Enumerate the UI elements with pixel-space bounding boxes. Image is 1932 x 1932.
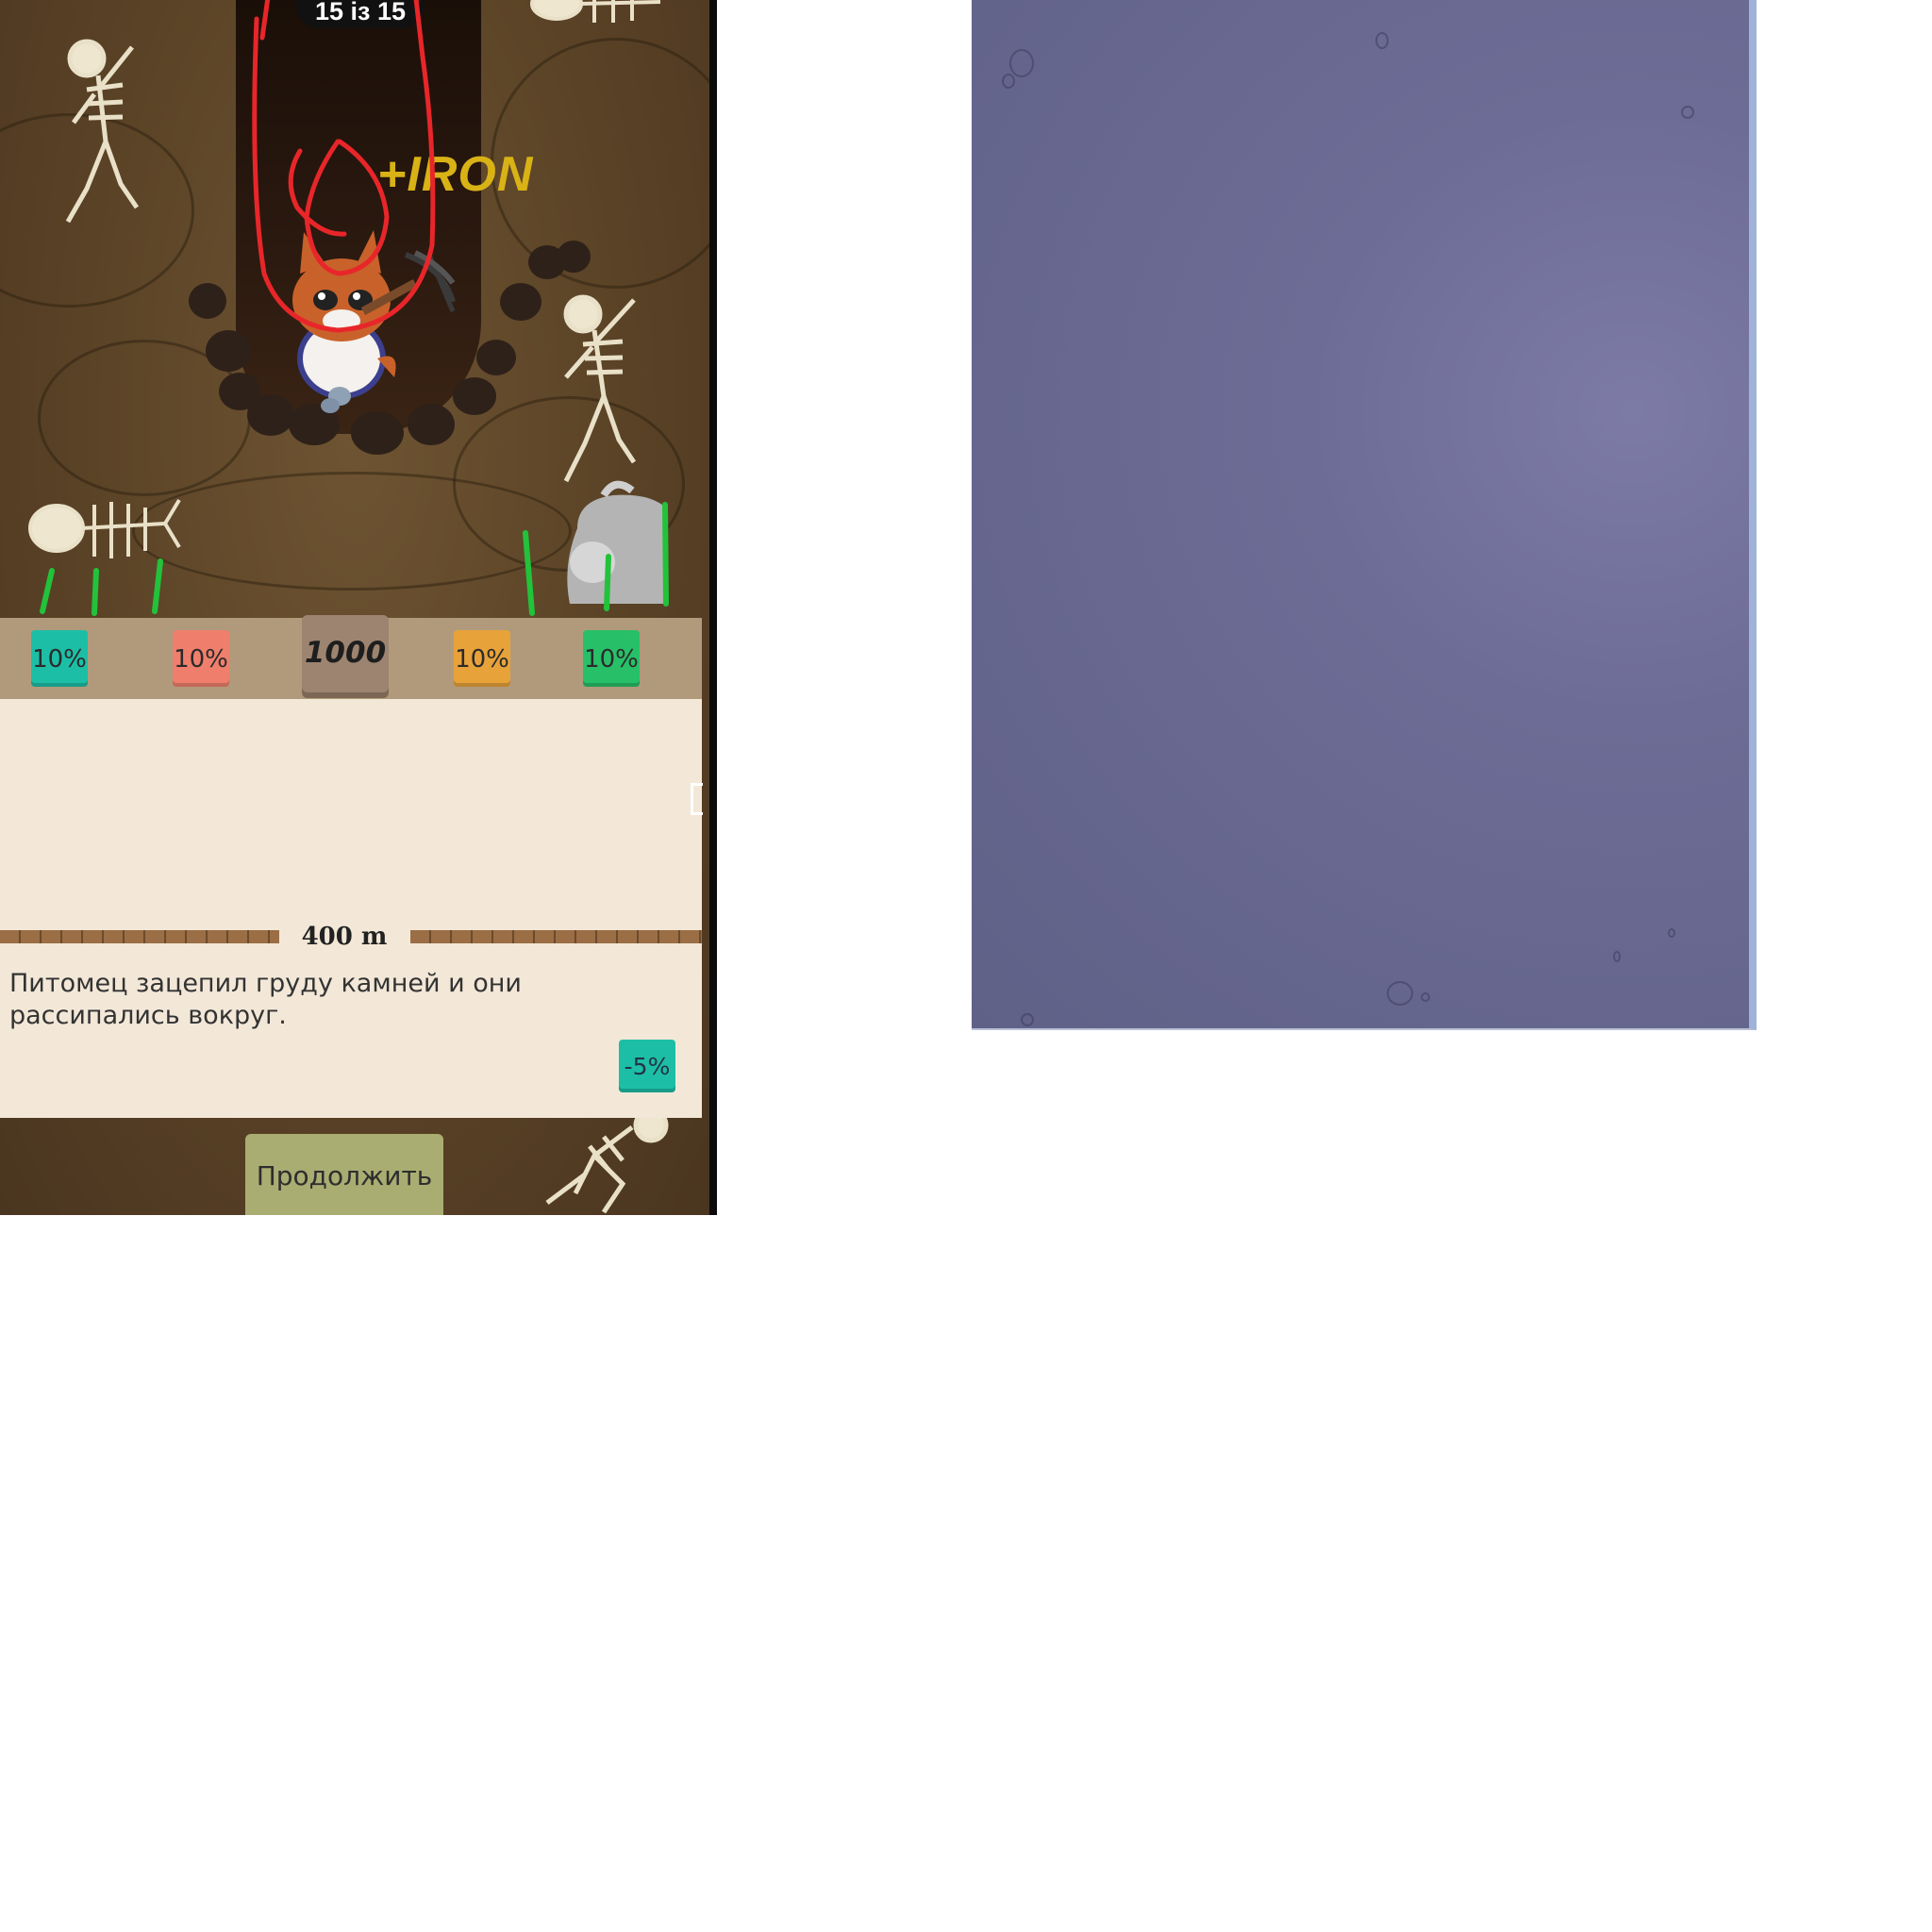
depth-ruler-left — [0, 930, 279, 943]
fish-skeleton-decoration — [530, 0, 661, 23]
texture-speck — [1002, 74, 1015, 89]
resource-chip-teal: 10% — [31, 630, 88, 687]
scroll-indicator — [691, 783, 703, 815]
skeleton-decoration — [65, 39, 140, 224]
game-screen: 15 із 15 +IRON 10% 10% 1000 10% 10% 400 … — [0, 0, 717, 1215]
texture-speck — [1387, 981, 1413, 1006]
continue-button[interactable]: Продолжить — [245, 1134, 443, 1215]
backpack-icon — [567, 480, 668, 604]
event-panel — [0, 699, 702, 1118]
fish-skeleton-decoration — [28, 498, 181, 558]
resource-chip-green: 10% — [583, 630, 640, 687]
depth-ruler-right — [410, 930, 702, 943]
event-description: Питомец зацепил груду камней и они расси… — [9, 969, 522, 1030]
resource-chip-red: 10% — [173, 630, 229, 687]
texture-speck — [1681, 106, 1694, 119]
blank-blue-panel — [972, 0, 1757, 1030]
texture-speck — [1613, 951, 1621, 962]
texture-speck — [1375, 32, 1389, 49]
skeleton-decoration — [545, 1118, 669, 1214]
texture-speck — [1421, 992, 1430, 1002]
resource-chip-orange: 10% — [454, 630, 510, 687]
skeleton-decoration — [563, 294, 637, 483]
effect-chip: -5% — [619, 1040, 675, 1092]
score-chip: 1000 — [302, 615, 389, 698]
texture-speck — [1009, 49, 1034, 77]
texture-speck — [1668, 928, 1675, 938]
depth-label: 400 m — [301, 923, 388, 951]
texture-speck — [1021, 1013, 1034, 1026]
cave-artwork — [28, 0, 669, 616]
